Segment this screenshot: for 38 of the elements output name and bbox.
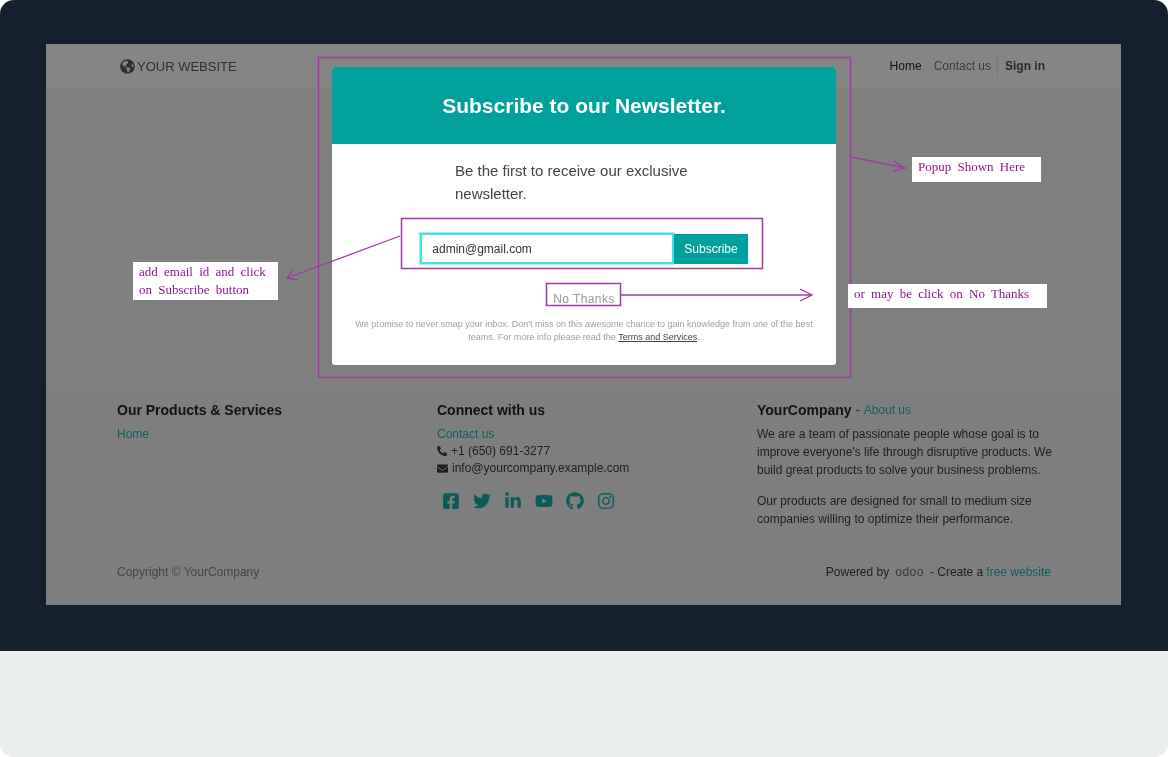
odoo-logo[interactable]: odoo: [895, 565, 924, 579]
nav-link[interactable]: Contact us: [927, 55, 997, 77]
sign-in-link[interactable]: Sign in: [997, 55, 1045, 77]
annotation-arrow: [850, 156, 907, 172]
twitter-icon[interactable]: [473, 492, 491, 510]
footer-heading: Connect with us: [437, 402, 547, 418]
instagram-icon[interactable]: [597, 492, 615, 510]
phone-icon: [437, 446, 447, 456]
free-website-link[interactable]: free website: [986, 565, 1051, 579]
popup-description: Be the first to receive our exclusive newsletter.: [455, 161, 689, 204]
subscribe-button[interactable]: Subscribe: [674, 234, 748, 264]
facebook-icon[interactable]: [442, 492, 460, 510]
no-thanks-button[interactable]: No Thanks: [547, 290, 621, 308]
create-text: - Create a: [929, 565, 984, 579]
about-link[interactable]: About us: [863, 403, 911, 417]
annotation-label: Popup Shown Here: [912, 157, 1041, 182]
annotation-label: or may be click on No Thanks: [848, 284, 1047, 308]
phone-number: +1 (650) 691-3277: [451, 444, 551, 458]
email-address: info@yourcompany.example.com: [452, 461, 630, 475]
popup-title: Subscribe to our Newsletter.: [332, 67, 836, 144]
footer-link[interactable]: Home: [117, 427, 437, 441]
powered-by-text: Powered by: [825, 565, 890, 579]
footer-heading: YourCompany: [757, 402, 852, 418]
company-description: We are a team of passionate people whose goal is to improve everyone's life through disruptive products. We build great products to solve your business problems.: [757, 426, 1053, 479]
separator-text: -: [855, 403, 860, 417]
footer-heading: Our Products & Services: [117, 402, 283, 418]
linkedin-icon[interactable]: [504, 492, 522, 510]
globe-icon: [120, 58, 135, 74]
youtube-icon[interactable]: [535, 492, 553, 510]
copyright-text: Copyright © YourCompany: [117, 565, 260, 579]
annotation-label: add email id and click on Subscribe button: [133, 262, 278, 300]
company-description: Our products are designed for small to medium size companies willing to optimize their performance.: [757, 493, 1033, 528]
nav-link[interactable]: Home: [883, 55, 928, 77]
email-input[interactable]: admin@gmail.com: [420, 233, 675, 264]
github-icon[interactable]: [566, 492, 584, 510]
privacy-note: We promise to never smap your inbox. Don't miss on this awesome chance to gain knowledge from one of the best teams. For more info please read the Terms and Services.: [354, 318, 814, 344]
envelope-icon: [437, 462, 448, 474]
footer-link[interactable]: Contact us: [437, 427, 757, 441]
